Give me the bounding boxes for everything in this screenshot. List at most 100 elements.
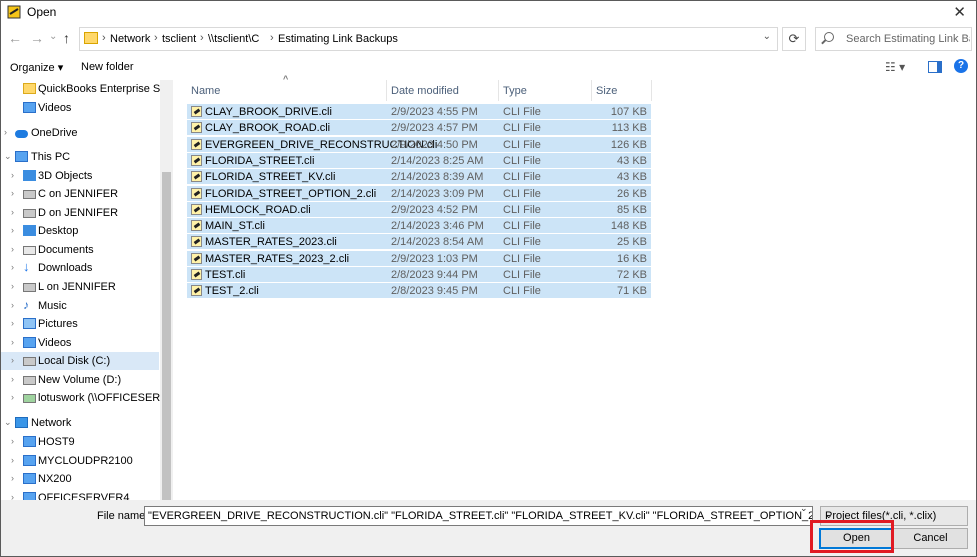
expand-chevron-icon[interactable]: ›	[11, 337, 14, 347]
expand-chevron-icon[interactable]: ›	[11, 492, 14, 500]
column-header-size[interactable]: Size	[592, 80, 652, 101]
column-header-type[interactable]: Type	[499, 80, 592, 101]
sidebar-item-c-on-jennifer[interactable]: › C on JENNIFER	[1, 185, 159, 203]
file-row[interactable]: FLORIDA_STREET_KV.cli 2/14/2023 8:39 AM CL…	[187, 169, 651, 185]
column-header-date-modified[interactable]: Date modified	[387, 80, 499, 101]
sidebar-item-desktop[interactable]: › Desktop	[1, 222, 159, 240]
expand-chevron-icon[interactable]: ›	[11, 225, 14, 235]
sidebar-item-videos[interactable]: Videos	[1, 99, 159, 117]
sidebar-item-local-disk-c[interactable]: › Local Disk (C:)	[1, 352, 159, 370]
file-date-modified: 2/8/2023 9:45 PM	[391, 285, 478, 298]
file-name: TEST_2.cli	[205, 285, 259, 298]
folder-icon	[23, 83, 36, 94]
sidebar-item-mycloudpr2100[interactable]: › MYCLOUDPR2100	[1, 452, 159, 470]
collapse-chevron-icon[interactable]: ⌄	[4, 417, 12, 428]
sidebar-item-onedrive[interactable]: › OneDrive	[1, 124, 159, 142]
expand-chevron-icon[interactable]: ›	[11, 455, 14, 465]
sidebar-item-this-pc[interactable]: ⌄ This PC	[1, 148, 159, 166]
expand-chevron-icon[interactable]: ›	[11, 188, 14, 198]
address-dropdown-icon[interactable]: ⌄	[763, 31, 771, 42]
sidebar-item-lotuswork[interactable]: › lotuswork (\\OFFICESERVER4)	[1, 389, 173, 407]
file-type: CLI File	[503, 106, 541, 118]
breadcrumb-network[interactable]: Network	[110, 33, 150, 45]
expand-chevron-icon[interactable]: ›	[11, 281, 14, 291]
file-name-dropdown-icon[interactable]: ⌄	[800, 503, 808, 514]
sidebar-item-host9[interactable]: › HOST9	[1, 433, 159, 451]
cli-file-icon	[191, 220, 202, 232]
sidebar-item-d-on-jennifer[interactable]: › D on JENNIFER	[1, 204, 159, 222]
scrollbar-thumb[interactable]	[162, 172, 171, 500]
column-header-name[interactable]: Name ^	[187, 74, 387, 101]
app-icon	[7, 5, 21, 19]
file-type: CLI File	[503, 171, 541, 184]
sidebar-item-3d-objects[interactable]: › 3D Objects	[1, 167, 159, 185]
breadcrumb-separator: ›	[102, 32, 106, 44]
file-row[interactable]: MASTER_RATES_2023.cli 2/14/2023 8:54 AM CL…	[187, 234, 651, 250]
expand-chevron-icon[interactable]: ›	[11, 207, 14, 217]
sidebar-item-officeserver4[interactable]: › OFFICESERVER4	[1, 489, 159, 500]
file-row[interactable]: TEST_2.cli 2/8/2023 9:45 PM CLI File 71 KB	[187, 283, 651, 299]
file-row[interactable]: FLORIDA_STREET_OPTION_2.cli 2/14/2023 3:0…	[187, 185, 651, 201]
sidebar-item-pictures[interactable]: › Pictures	[1, 315, 159, 333]
sidebar-item-downloads[interactable]: › ↓ Downloads	[1, 259, 159, 277]
new-folder-button[interactable]: New folder	[81, 61, 134, 73]
sidebar-item-label: Local Disk (C:)	[38, 355, 111, 367]
sidebar-item-quickbooks[interactable]: QuickBooks Enterprise Solutio	[1, 80, 173, 98]
preview-pane-icon[interactable]	[928, 61, 942, 73]
expand-chevron-icon[interactable]: ›	[11, 300, 14, 310]
breadcrumb-separator: ›	[200, 32, 204, 44]
file-row[interactable]: FLORIDA_STREET.cli 2/14/2023 8:25 AM CLI F…	[187, 152, 651, 168]
breadcrumb-estimating-link-backups[interactable]: Estimating Link Backups	[278, 33, 398, 45]
search-icon	[824, 32, 834, 42]
network-icon	[15, 417, 28, 428]
forward-arrow-icon[interactable]: →	[30, 30, 44, 46]
expand-chevron-icon[interactable]: ›	[11, 318, 14, 328]
expand-chevron-icon[interactable]: ›	[11, 392, 14, 402]
file-size: 71 KB	[617, 285, 647, 298]
file-row[interactable]: MAIN_ST.cli 2/14/2023 3:46 PM CLI File 148 …	[187, 218, 651, 234]
cancel-button[interactable]: Cancel	[893, 528, 968, 549]
collapse-chevron-icon[interactable]: ⌄	[4, 151, 12, 162]
file-row[interactable]: HEMLOCK_ROAD.cli 2/9/2023 4:52 PM CLI File…	[187, 201, 651, 217]
organize-button[interactable]: Organize ▾	[10, 61, 63, 74]
highlight-box	[810, 520, 894, 553]
sidebar-item-label: NX200	[38, 473, 72, 485]
sidebar-item-l-on-jennifer[interactable]: › L on JENNIFER	[1, 278, 159, 296]
expand-chevron-icon[interactable]: ›	[11, 262, 14, 272]
close-icon[interactable]: ✕	[953, 3, 966, 21]
expand-chevron-icon[interactable]: ›	[11, 355, 14, 365]
sidebar-item-network[interactable]: ⌄ Network	[1, 414, 159, 432]
sidebar-item-videos-2[interactable]: › Videos	[1, 334, 159, 352]
up-arrow-icon[interactable]: ↑	[63, 30, 70, 46]
back-arrow-icon[interactable]: ←	[8, 30, 22, 46]
sidebar-scrollbar[interactable]	[160, 80, 173, 500]
file-row[interactable]: MASTER_RATES_2023_2.cli 2/9/2023 1:03 PM C…	[187, 250, 651, 266]
address-bar[interactable]: › Network › tsclient › \\tsclient\C › Es…	[79, 27, 778, 51]
expand-chevron-icon[interactable]: ›	[11, 170, 14, 180]
search-input[interactable]: Search Estimating Link Back...	[815, 27, 972, 51]
refresh-button[interactable]: ⟳	[782, 27, 806, 51]
help-icon[interactable]: ?	[954, 59, 968, 73]
expand-chevron-icon[interactable]: ›	[11, 436, 14, 446]
expand-chevron-icon[interactable]: ›	[11, 473, 14, 483]
sidebar-item-music[interactable]: › ♪ Music	[1, 297, 159, 315]
breadcrumb-tsclient[interactable]: tsclient	[162, 33, 196, 45]
sidebar-item-nx200[interactable]: › NX200	[1, 470, 159, 488]
sidebar-item-documents[interactable]: › Documents	[1, 241, 159, 259]
change-view-icon[interactable]: ☷ ▾	[885, 60, 905, 74]
file-row[interactable]: EVERGREEN_DRIVE_RECONSTRUCTION.cli 2/9/20…	[187, 136, 651, 152]
file-date-modified: 2/14/2023 8:54 AM	[391, 236, 484, 249]
sort-ascending-icon: ^	[283, 74, 289, 84]
sidebar-item-label: New Volume (D:)	[38, 374, 122, 386]
breadcrumb-tsclient-c[interactable]: \\tsclient\C	[208, 33, 259, 45]
expand-chevron-icon[interactable]: ›	[11, 244, 14, 254]
folder-icon	[84, 32, 98, 44]
expand-chevron-icon[interactable]: ›	[4, 127, 7, 137]
file-name-input[interactable]: "EVERGREEN_DRIVE_RECONSTRUCTION.cli" "FL…	[144, 506, 813, 526]
file-row[interactable]: TEST.cli 2/8/2023 9:44 PM CLI File 72 KB	[187, 267, 651, 282]
recent-locations-icon[interactable]: ⌄	[49, 31, 57, 42]
file-row[interactable]: CLAY_BROOK_DRIVE.cli 2/9/2023 4:55 PM CLI …	[187, 104, 651, 119]
expand-chevron-icon[interactable]: ›	[11, 374, 14, 384]
file-row[interactable]: CLAY_BROOK_ROAD.cli 2/9/2023 4:57 PM CLI F…	[187, 120, 651, 136]
sidebar-item-new-volume-d[interactable]: › New Volume (D:)	[1, 371, 159, 389]
